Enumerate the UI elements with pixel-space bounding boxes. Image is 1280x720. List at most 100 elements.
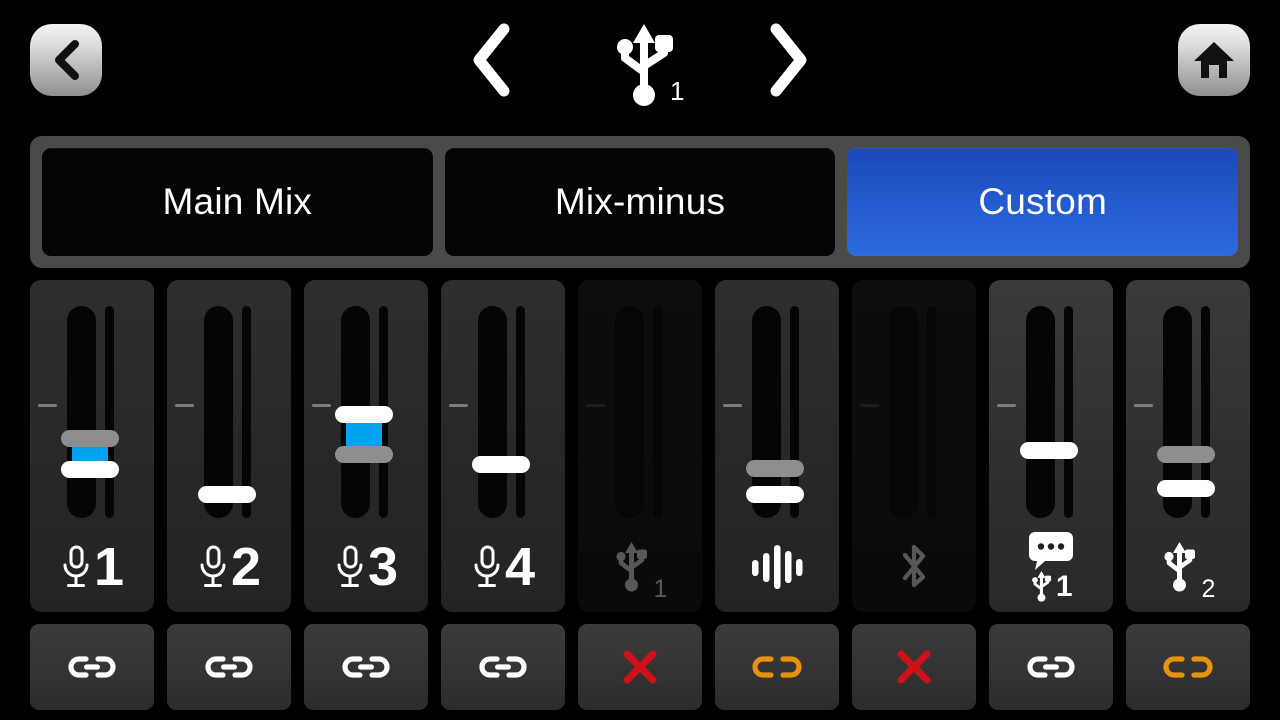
channel-label-ch1: 1: [30, 528, 154, 606]
next-device-button[interactable]: [758, 20, 818, 100]
fader-handle-white[interactable]: [472, 456, 530, 473]
fader-track-main: [615, 306, 644, 518]
prev-device-button[interactable]: [462, 20, 522, 100]
fader-ch2[interactable]: [167, 306, 291, 528]
header-bar: 1: [0, 0, 1280, 122]
home-button[interactable]: [1178, 24, 1250, 96]
channel-number: 3: [367, 537, 398, 597]
channel-sub-number: 2: [1201, 575, 1216, 603]
channel-label-ch4: 4: [441, 528, 565, 606]
fader-ch1[interactable]: [30, 306, 154, 528]
channel-label-ch9: 2: [1126, 528, 1250, 606]
channel-link-button-link5[interactable]: [578, 624, 702, 710]
channel-strip-ch1[interactable]: 1: [30, 280, 154, 612]
fader-ch5[interactable]: [578, 306, 702, 528]
channel-number: 1: [93, 537, 124, 597]
fader-ch8[interactable]: [989, 306, 1113, 528]
fader-unity-tick: [997, 404, 1016, 407]
fader-track-main: [1026, 306, 1055, 518]
channel-strip-ch3[interactable]: 3: [304, 280, 428, 612]
channel-sub-number: 1: [653, 575, 668, 603]
channel-strip-ch5[interactable]: 1: [578, 280, 702, 612]
fader-handle-gray[interactable]: [746, 460, 804, 477]
fader-unity-tick: [723, 404, 742, 407]
channel-label-ch2: 2: [167, 528, 291, 606]
channel-strip-ch2[interactable]: 2: [167, 280, 291, 612]
tab-main-mix[interactable]: Main Mix: [42, 148, 433, 256]
channel-strip-ch9[interactable]: 2: [1126, 280, 1250, 612]
tab-custom[interactable]: Custom: [847, 148, 1239, 256]
channel-label-stack: 1: [1029, 532, 1073, 602]
fader-track-secondary: [105, 306, 114, 518]
link-icon: [68, 656, 116, 678]
mix-mode-tabbar: Main Mix Mix-minus Custom: [30, 136, 1250, 268]
fader-handle-gray[interactable]: [1157, 446, 1215, 463]
fader-handle-white[interactable]: [1020, 442, 1078, 459]
channel-strip-ch8[interactable]: 1: [989, 280, 1113, 612]
channel-link-button-link7[interactable]: [852, 624, 976, 710]
tab-mix-minus[interactable]: Mix-minus: [444, 148, 836, 256]
channel-link-button-link8[interactable]: [989, 624, 1113, 710]
fader-ch4[interactable]: [441, 306, 565, 528]
fader-unity-tick: [38, 404, 57, 407]
link-icon: [205, 656, 253, 678]
waveform-icon: [752, 545, 803, 589]
bluetooth-icon: [902, 544, 926, 588]
channel-label-ch6: [715, 528, 839, 606]
tab-label: Main Mix: [162, 181, 313, 222]
back-button[interactable]: [30, 24, 102, 96]
channel-link-button-link2[interactable]: [167, 624, 291, 710]
device-index-label: 1: [670, 76, 684, 106]
channel-number: 4: [504, 537, 535, 597]
fader-handle-gray[interactable]: [61, 430, 119, 447]
fader-track-secondary: [1064, 306, 1073, 518]
channel-label-ch3: 3: [304, 528, 428, 606]
channel-link-button-link4[interactable]: [441, 624, 565, 710]
channel-sublabel-row: 1: [1030, 570, 1073, 603]
home-icon: [1194, 42, 1234, 78]
mixer-screen: 1 Main Mix Mix-minus Custom 1 2 3 4 1 1 2: [0, 0, 1280, 720]
fader-handle-white[interactable]: [198, 486, 256, 503]
tab-label: Custom: [978, 181, 1108, 222]
link-button-row: [30, 624, 1250, 710]
close-icon: [623, 650, 657, 684]
fader-ch7[interactable]: [852, 306, 976, 528]
fader-track-secondary: [653, 306, 662, 518]
channel-link-button-link6[interactable]: [715, 624, 839, 710]
channel-sub-number: 1: [1055, 570, 1073, 603]
fader-unity-tick: [312, 404, 331, 407]
fader-track-secondary: [927, 306, 936, 518]
channel-strip-row: 1 2 3 4 1 1 2: [30, 280, 1250, 612]
usb-icon: [1163, 542, 1195, 592]
channel-number: 2: [230, 537, 261, 597]
mic-icon: [200, 545, 226, 587]
mic-icon: [63, 545, 89, 587]
channel-link-button-link3[interactable]: [304, 624, 428, 710]
fader-ch9[interactable]: [1126, 306, 1250, 528]
channel-strip-ch6[interactable]: [715, 280, 839, 612]
fader-handle-white[interactable]: [335, 406, 393, 423]
link-icon: [1027, 656, 1075, 678]
channel-strip-ch7[interactable]: [852, 280, 976, 612]
fader-handle-gray[interactable]: [335, 446, 393, 463]
mic-icon: [474, 545, 500, 587]
fader-handle-white[interactable]: [746, 486, 804, 503]
fader-unity-tick: [175, 404, 194, 407]
fader-ch3[interactable]: [304, 306, 428, 528]
channel-link-button-link1[interactable]: [30, 624, 154, 710]
channel-label-ch5: 1: [578, 528, 702, 606]
channel-label-ch8: 1: [989, 528, 1113, 606]
broken-link-icon: [752, 656, 802, 678]
fader-handle-white[interactable]: [61, 461, 119, 478]
close-icon: [897, 650, 931, 684]
channel-strip-ch4[interactable]: 4: [441, 280, 565, 612]
fader-track-main: [478, 306, 507, 518]
fader-unity-tick: [449, 404, 468, 407]
channel-link-button-link9[interactable]: [1126, 624, 1250, 710]
mic-icon: [337, 545, 363, 587]
fader-unity-tick: [1134, 404, 1153, 407]
fader-handle-white[interactable]: [1157, 480, 1215, 497]
fader-track-secondary: [516, 306, 525, 518]
fader-ch6[interactable]: [715, 306, 839, 528]
broken-link-icon: [1163, 656, 1213, 678]
